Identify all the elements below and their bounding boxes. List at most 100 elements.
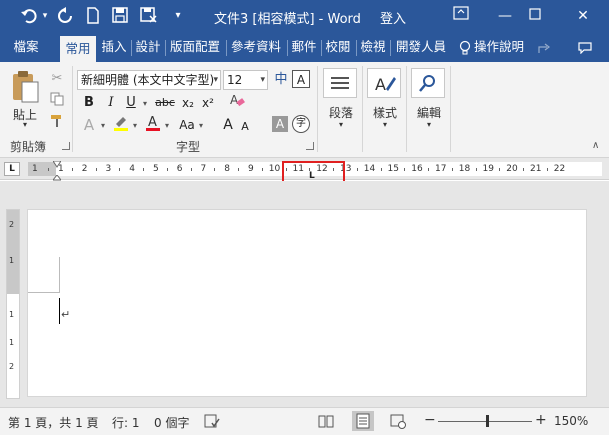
tab-insert[interactable]: 插入 xyxy=(98,32,130,62)
enclose-characters-button[interactable]: 字 xyxy=(292,115,310,133)
underline-button[interactable]: U xyxy=(124,94,138,112)
font-color-icon[interactable]: A xyxy=(144,114,162,138)
bold-button[interactable]: B xyxy=(82,94,96,112)
tab-references[interactable]: 參考資料 xyxy=(227,32,285,62)
styles-button[interactable]: A xyxy=(367,68,401,98)
format-painter-icon[interactable] xyxy=(48,114,66,134)
close-icon[interactable]: ✕ xyxy=(572,5,594,27)
highlight-dropdown-icon[interactable]: ▾ xyxy=(130,116,140,135)
ruler-number: 17 xyxy=(435,164,447,174)
tab-review[interactable]: 校閱 xyxy=(322,32,354,62)
paragraph-dropdown-icon[interactable]: ▾ xyxy=(335,120,347,129)
tab-mailings[interactable]: 郵件 xyxy=(288,32,320,62)
tab-home[interactable]: 常用 xyxy=(60,36,96,62)
ruler-number: 20 xyxy=(506,164,518,174)
vertical-ruler[interactable]: 2 1 1 1 2 xyxy=(6,209,20,399)
ribbon-tabs: 檔案 常用 插入 設計 版面配置 參考資料 郵件 校閱 檢視 開發人員 操作說明 xyxy=(0,32,609,62)
copy-icon[interactable] xyxy=(48,92,66,112)
tell-me-search[interactable]: 操作說明 xyxy=(474,32,524,62)
undo-dropdown-icon[interactable]: ▾ xyxy=(40,7,50,25)
editing-button[interactable] xyxy=(411,68,445,98)
maximize-icon[interactable] xyxy=(524,5,546,27)
tab-view[interactable]: 檢視 xyxy=(357,32,389,62)
superscript-button[interactable]: x² xyxy=(200,94,216,112)
ruler-number: 9 xyxy=(248,164,254,174)
document-page[interactable]: ↵ xyxy=(27,209,587,397)
strikethrough-button[interactable]: abc xyxy=(154,94,176,112)
paragraph-button[interactable] xyxy=(323,68,357,98)
document-title: 文件3 [相容模式] - Word xyxy=(214,12,361,27)
tab-developer[interactable]: 開發人員 xyxy=(391,32,451,62)
lightbulb-icon[interactable] xyxy=(456,32,474,62)
text-effects-dropdown-icon[interactable]: ▾ xyxy=(98,116,108,135)
chevron-down-icon[interactable]: ▾ xyxy=(260,71,265,89)
share-icon[interactable] xyxy=(536,32,554,62)
undo-icon[interactable] xyxy=(18,7,40,25)
ribbon: 貼上 ▾ ✂ 剪貼簿 新細明體 (本文中文字型) ▾ 12 ▾ 中 A B I … xyxy=(0,62,609,158)
save-as-icon[interactable] xyxy=(138,7,160,25)
ruler-number: 1 xyxy=(58,164,64,174)
character-border-button[interactable]: A xyxy=(292,70,310,88)
ruler-minor-tick xyxy=(71,168,73,171)
styles-dropdown-icon[interactable]: ▾ xyxy=(379,120,391,129)
comment-icon[interactable] xyxy=(574,32,596,62)
ruler-minor-tick xyxy=(451,168,453,171)
zoom-level[interactable]: 150% xyxy=(554,414,588,428)
grow-font-button[interactable]: A xyxy=(220,116,236,134)
vertical-ruler-number: 2 xyxy=(9,220,15,229)
clear-formatting-icon[interactable]: A xyxy=(228,92,246,114)
clipboard-launcher-icon[interactable] xyxy=(62,142,70,150)
ruler-number: 16 xyxy=(411,164,423,174)
paste-dropdown-icon[interactable]: ▾ xyxy=(18,120,32,129)
phonetic-guide-button[interactable]: 中 xyxy=(272,71,290,89)
font-launcher-icon[interactable] xyxy=(306,142,314,150)
tab-selector[interactable]: L xyxy=(4,162,20,176)
sign-in-link[interactable]: 登入 xyxy=(380,8,406,27)
line-number[interactable]: 行: 1 xyxy=(112,414,140,431)
new-document-icon[interactable] xyxy=(84,7,102,25)
character-shading-button[interactable]: A xyxy=(272,116,288,132)
zoom-slider-track[interactable] xyxy=(438,421,532,422)
paste-icon[interactable] xyxy=(10,70,40,104)
ruler-minor-tick xyxy=(546,168,548,171)
collapse-ribbon-icon[interactable]: ∧ xyxy=(592,140,599,151)
margin-corner-mark xyxy=(28,257,60,293)
proofing-icon[interactable] xyxy=(204,413,220,432)
italic-button[interactable]: I xyxy=(104,94,118,112)
change-case-dropdown-icon[interactable]: ▾ xyxy=(196,116,206,135)
web-layout-icon[interactable] xyxy=(390,413,406,432)
tab-file[interactable]: 檔案 xyxy=(4,32,48,62)
read-mode-icon[interactable] xyxy=(318,413,334,432)
chevron-down-icon[interactable]: ▾ xyxy=(213,71,218,89)
text-effects-icon[interactable]: A xyxy=(80,116,98,134)
highlight-color-icon[interactable] xyxy=(112,114,130,138)
shrink-font-button[interactable]: A xyxy=(238,118,252,136)
print-layout-icon[interactable] xyxy=(352,411,374,431)
underline-dropdown-icon[interactable]: ▾ xyxy=(140,94,150,113)
page-count[interactable]: 第 1 頁，共 1 頁 xyxy=(8,414,99,431)
redo-icon[interactable] xyxy=(55,7,75,25)
cut-icon[interactable]: ✂ xyxy=(48,70,66,88)
customize-toolbar-icon[interactable]: ▾ xyxy=(172,7,184,25)
editing-dropdown-icon[interactable]: ▾ xyxy=(423,120,435,129)
ruler-number: 4 xyxy=(129,164,135,174)
subscript-button[interactable]: x₂ xyxy=(180,94,196,112)
status-bar: 第 1 頁，共 1 頁 行: 1 0 個字 − + 150% xyxy=(0,407,609,435)
minimize-icon[interactable]: — xyxy=(494,5,516,27)
vertical-ruler-number: 1 xyxy=(9,256,15,265)
tab-design[interactable]: 設計 xyxy=(132,32,164,62)
zoom-slider-thumb[interactable] xyxy=(486,415,489,427)
save-icon[interactable] xyxy=(110,7,130,25)
font-name-combo[interactable]: 新細明體 (本文中文字型) ▾ xyxy=(77,70,221,90)
font-size-combo[interactable]: 12 ▾ xyxy=(223,70,268,90)
group-separator xyxy=(362,66,363,152)
text-cursor xyxy=(59,298,60,324)
word-count[interactable]: 0 個字 xyxy=(154,414,189,431)
change-case-button[interactable]: Aa xyxy=(176,116,198,134)
tab-layout[interactable]: 版面配置 xyxy=(166,32,224,62)
zoom-out-button[interactable]: − xyxy=(424,412,436,428)
font-color-dropdown-icon[interactable]: ▾ xyxy=(162,116,172,135)
ribbon-display-options-icon[interactable] xyxy=(450,5,472,27)
document-canvas[interactable]: 2 1 1 1 2 ↵ xyxy=(0,181,609,407)
zoom-in-button[interactable]: + xyxy=(535,412,547,428)
